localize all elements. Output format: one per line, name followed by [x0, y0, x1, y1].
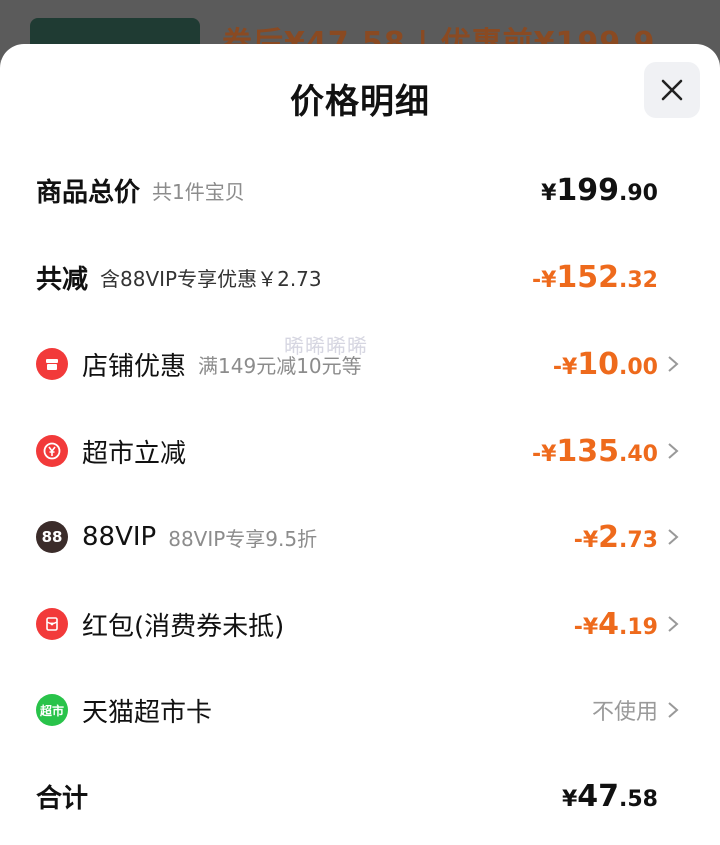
vip-amount: -¥ 2.73: [573, 519, 658, 555]
row-supermarket-discount[interactable]: 超市立减 -¥ 135.40: [0, 421, 720, 481]
close-icon: [661, 79, 683, 101]
row-tmall-card[interactable]: 超市 天猫超市卡 不使用: [0, 680, 720, 740]
yuan-coin-icon: [36, 435, 68, 467]
store-icon: [36, 348, 68, 380]
total-price-sub: 共1件宝贝: [152, 179, 245, 204]
supermarket-discount-label: 超市立减: [82, 438, 187, 469]
tmall-supermarket-icon: 超市: [36, 694, 68, 726]
red-packet-amount: -¥ 4.19: [573, 606, 658, 642]
row-total-price: 商品总价 共1件宝贝 ¥199.90: [0, 160, 720, 220]
vip-sub: 88VIP专享9.5折: [168, 526, 318, 551]
store-discount-amount: -¥ 10.00: [552, 346, 658, 382]
row-red-packet[interactable]: 红包(消费券未抵) -¥ 4.19: [0, 594, 720, 654]
tmall-card-label: 天猫超市卡: [82, 697, 213, 728]
grand-total-amount: ¥47.58: [561, 778, 658, 814]
chevron-right-icon: [668, 616, 679, 632]
row-grand-total: 合计 ¥47.58: [0, 766, 720, 826]
total-discount-label: 共减: [36, 264, 89, 295]
chevron-right-icon: [668, 529, 679, 545]
vip-88-icon: 88: [36, 521, 68, 553]
red-packet-label: 红包(消费券未抵): [82, 611, 285, 642]
watermark-text: 晞晞晞晞: [284, 334, 368, 358]
close-button[interactable]: [644, 62, 700, 118]
total-discount-sub: 含88VIP专享优惠￥2.73: [100, 266, 322, 291]
tmall-card-value: 不使用: [591, 700, 658, 725]
red-packet-icon: [36, 608, 68, 640]
sheet-title: 价格明细: [290, 82, 430, 122]
vip-label: 88VIP: [82, 522, 157, 552]
grand-total-label: 合计: [36, 783, 89, 814]
total-price-label: 商品总价: [36, 177, 141, 208]
price-detail-sheet: 价格明细 商品总价 共1件宝贝 ¥199.90 共减 含88VIP专享优惠￥2.…: [0, 44, 720, 845]
chevron-right-icon: [668, 356, 679, 372]
store-discount-label: 店铺优惠: [82, 351, 187, 382]
chevron-right-icon: [668, 443, 679, 459]
chevron-right-icon: [668, 702, 679, 718]
row-total-discount: 共减 含88VIP专享优惠￥2.73 -¥ 152.32: [0, 247, 720, 307]
supermarket-discount-amount: -¥ 135.40: [531, 433, 658, 469]
row-88vip[interactable]: 88 88VIP 88VIP专享9.5折 -¥ 2.73: [0, 507, 720, 567]
total-price-amount: ¥199.90: [541, 172, 658, 208]
total-discount-amount: -¥ 152.32: [531, 259, 658, 295]
